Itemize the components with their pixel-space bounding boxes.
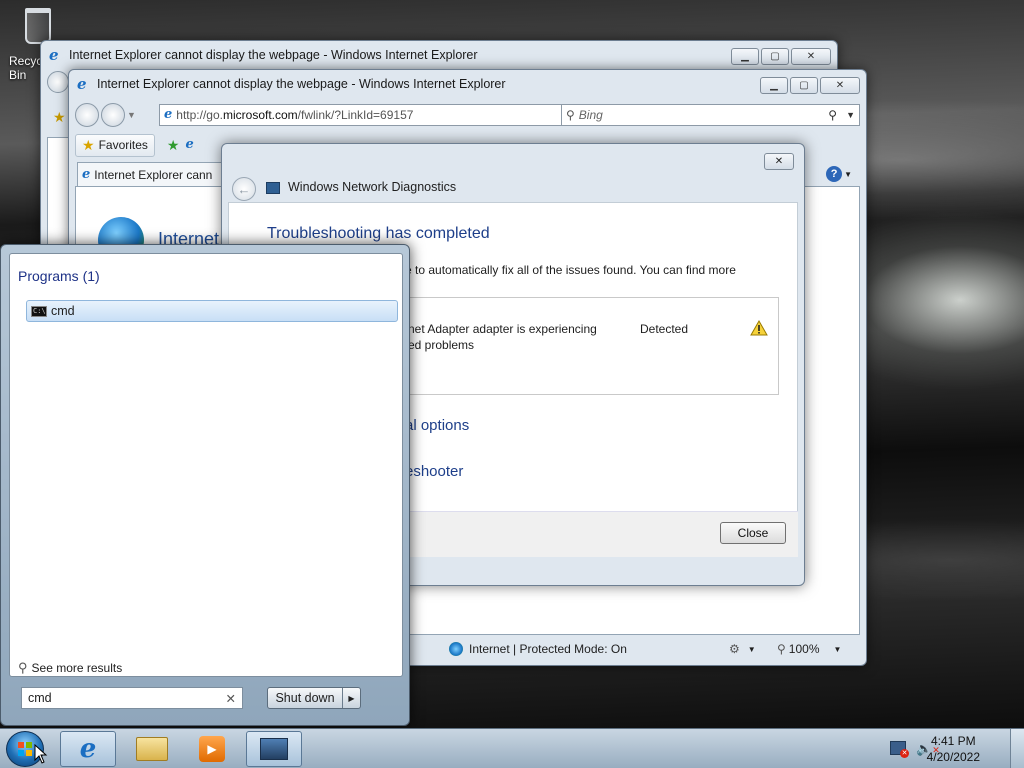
tab-page-icon: e — [82, 166, 91, 182]
tab-title: Internet Explorer cann — [94, 167, 213, 182]
help-dropdown-icon: ▼ — [844, 169, 852, 179]
favorites-label: Favorites — [98, 138, 148, 152]
network-icon — [260, 738, 288, 760]
address-bar[interactable]: e http://go. microsoft.com/fwlink/?LinkId… — [159, 104, 579, 126]
start-search-input[interactable]: cmd ✕ — [21, 687, 243, 709]
diagnostics-title: Windows Network Diagnostics — [288, 180, 457, 194]
folder-icon — [136, 737, 168, 761]
ie-front-caption-buttons: ▁ ▢ ✕ — [758, 77, 860, 94]
address-domain: microsoft.com — [222, 108, 298, 122]
ie-back-caption-buttons: ▁ ▢ ✕ — [729, 48, 831, 65]
start-results-pane: Programs (1) C:\ cmd ⚲ See more results — [9, 253, 403, 677]
diagnostics-heading: Troubleshooting has completed — [267, 225, 490, 242]
favorites-star-icon: ★ — [82, 136, 95, 153]
internet-zone-icon — [449, 642, 463, 656]
close-troubleshooter-link[interactable]: eshooter — [405, 463, 463, 480]
see-more-label: See more results — [31, 661, 123, 675]
mouse-cursor-icon — [34, 744, 48, 764]
recycle-bin-icon — [25, 8, 51, 44]
additional-options-link[interactable]: al options — [405, 417, 469, 434]
dropdown-icon: ▼ — [747, 644, 756, 654]
start-menu: Programs (1) C:\ cmd ⚲ See more results … — [0, 244, 410, 726]
ie-front-title: Internet Explorer cannot display the web… — [97, 77, 506, 91]
cmd-icon: C:\ — [31, 305, 47, 317]
network-diagnostics-icon — [266, 182, 280, 194]
favorites-star-icon[interactable]: ★ — [53, 109, 66, 126]
clock-time: 4:41 PM — [930, 734, 976, 748]
address-prefix: http://go. — [176, 108, 223, 122]
back-arrow-icon[interactable]: ← — [232, 177, 256, 201]
network-status-icon[interactable]: ✕ — [890, 741, 909, 758]
shutdown-options-icon[interactable]: ▶ — [342, 688, 360, 708]
ie-icon: e — [49, 46, 59, 64]
add-favorites-icon[interactable]: ★ — [167, 137, 180, 154]
status-zone-text: Internet | Protected Mode: On — [469, 642, 627, 656]
shutdown-label: Shut down — [275, 691, 335, 705]
address-suffix: /fwlink/?LinkId=69157 — [297, 108, 414, 122]
ie-back-titlebar[interactable]: e Internet Explorer cannot display the w… — [41, 41, 837, 69]
zoom-control[interactable]: ⚲ 100% ▼ — [777, 642, 841, 656]
maximize-button[interactable]: ▢ — [790, 77, 818, 94]
ie-icon: e — [77, 75, 87, 93]
diagnostics-summary: e to automatically fix all of the issues… — [405, 263, 736, 277]
zoom-dropdown-icon: ▼ — [833, 644, 842, 654]
programs-header: Programs (1) — [18, 268, 100, 284]
history-dropdown-icon[interactable]: ▼ — [127, 110, 136, 120]
show-desktop-button[interactable] — [1010, 729, 1024, 768]
internet-explorer-icon: e — [79, 734, 97, 764]
ie-front-titlebar[interactable]: e Internet Explorer cannot display the w… — [69, 70, 866, 98]
start-search-value: cmd — [28, 691, 52, 705]
issue-description-line1: net Adapter adapter is experiencing — [408, 322, 597, 336]
taskbar-clock[interactable]: 4:41 PM 4/20/2022 — [927, 733, 980, 765]
suggested-sites-icon[interactable]: e — [185, 137, 193, 153]
close-button[interactable]: ✕ — [820, 77, 860, 94]
network-error-badge-icon: ✕ — [900, 749, 909, 758]
taskbar-network-diagnostics[interactable] — [246, 731, 302, 767]
ie-back-title: Internet Explorer cannot display the web… — [69, 48, 478, 62]
search-box[interactable]: ⚲ Bing ⚲ ▼ — [561, 104, 860, 126]
see-more-results-link[interactable]: ⚲ See more results — [18, 660, 122, 676]
help-button[interactable]: ? ▼ — [826, 166, 852, 182]
warning-icon — [750, 320, 768, 336]
minimize-button[interactable]: ▁ — [731, 48, 759, 65]
help-icon: ? — [826, 166, 843, 182]
close-button[interactable]: ✕ — [764, 153, 794, 170]
maximize-button[interactable]: ▢ — [761, 48, 789, 65]
minimize-button[interactable]: ▁ — [760, 77, 788, 94]
page-icon: e — [164, 107, 173, 122]
search-icon[interactable]: ⚲ — [828, 108, 837, 122]
search-placeholder: Bing — [578, 108, 603, 122]
media-player-icon: ▶ — [199, 736, 225, 762]
forward-button[interactable] — [101, 103, 125, 127]
taskbar: e ▶ ✕ 🔈✕ 4:41 PM 4/20/2022 — [0, 728, 1024, 768]
shutdown-button[interactable]: Shut down ▶ — [267, 687, 361, 709]
back-nav-icon[interactable] — [47, 71, 69, 93]
back-button[interactable] — [75, 103, 99, 127]
security-zone[interactable]: Internet | Protected Mode: On — [449, 642, 627, 656]
taskbar-internet-explorer[interactable]: e — [60, 731, 116, 767]
program-result-label: cmd — [51, 304, 75, 318]
close-diagnostics-button[interactable]: Close — [720, 522, 786, 544]
navigation-row: ▼ e http://go. microsoft.com/fwlink/?Link… — [75, 100, 860, 130]
close-button[interactable]: ✕ — [791, 48, 831, 65]
search-provider-icon: ⚲ — [566, 108, 575, 122]
program-result-cmd[interactable]: C:\ cmd — [26, 300, 398, 322]
clear-search-icon[interactable]: ✕ — [226, 691, 236, 706]
magnifier-icon: ⚲ — [18, 660, 28, 675]
taskbar-windows-explorer[interactable] — [124, 731, 180, 767]
settings-gear-icon: ⚙ — [729, 642, 740, 656]
search-dropdown-icon[interactable]: ▼ — [846, 110, 855, 120]
clock-date: 4/20/2022 — [926, 750, 980, 764]
issue-status: Detected — [640, 322, 689, 336]
favorites-button[interactable]: ★ Favorites — [75, 133, 155, 157]
protected-mode-toggle[interactable]: ⚙ ▼ — [729, 642, 756, 656]
zoom-level: 100% — [788, 642, 820, 656]
issue-description-line2: ed problems — [408, 338, 475, 352]
taskbar-media-player[interactable]: ▶ — [184, 731, 240, 767]
zoom-icon: ⚲ — [777, 642, 786, 656]
issues-found-box: net Adapter adapter is experiencing ed p… — [405, 297, 779, 395]
